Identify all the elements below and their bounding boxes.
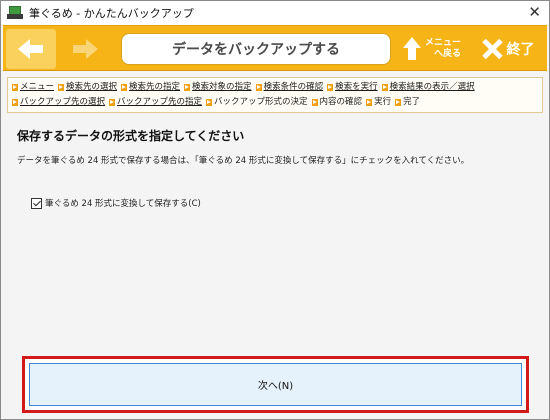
breadcrumb-arrow-icon	[109, 99, 116, 106]
arrow-up-icon	[402, 37, 421, 61]
breadcrumb-item[interactable]: 検索を実行	[327, 81, 378, 94]
breadcrumb-arrow-icon	[184, 84, 191, 91]
breadcrumb-item[interactable]: 検索先の選択	[58, 81, 117, 94]
window-title: 筆ぐるめ - かんたんバックアップ	[29, 7, 194, 20]
breadcrumb-item[interactable]: バックアップ先の指定	[109, 96, 202, 109]
next-button[interactable]: 次へ(N)	[29, 363, 522, 406]
breadcrumb-label: バックアップ形式の決定	[214, 97, 308, 107]
section-heading: 保存するデータの形式を指定してください	[17, 129, 245, 143]
breadcrumb-arrow-icon	[327, 84, 334, 91]
convert-option-label: 筆ぐるめ 24 形式に変換して保存する(C)	[45, 199, 201, 209]
back-button[interactable]	[6, 29, 56, 69]
breadcrumb-arrow-icon	[121, 84, 128, 91]
app-window: 筆ぐるめ - かんたんバックアップ ✕ データをバックアップする メニュー へ戻…	[0, 0, 550, 420]
breadcrumb-arrow-icon	[255, 84, 262, 91]
breadcrumb-item[interactable]: 検索先の指定	[121, 81, 180, 94]
breadcrumb-label: 検索結果の表示／選択	[389, 82, 475, 92]
back-to-menu-button[interactable]: メニュー へ戻る	[396, 29, 468, 69]
breadcrumb-label: 検索を実行	[335, 82, 378, 92]
breadcrumb-label: 実行	[374, 97, 392, 107]
breadcrumb-arrow-icon	[381, 84, 388, 91]
breadcrumb-item[interactable]: 検索対象の指定	[184, 81, 252, 94]
breadcrumb-label: 完了	[403, 97, 421, 107]
page-title: データをバックアップする	[121, 33, 391, 65]
breadcrumb-item: 内容の確認	[311, 96, 363, 109]
arrow-right-icon	[72, 38, 98, 60]
toolbar: データをバックアップする メニュー へ戻る 終了	[3, 25, 547, 71]
instruction-text: データを筆ぐるめ 24 形式で保存する場合は、「筆ぐるめ 24 形式に変換して保…	[17, 156, 470, 166]
breadcrumb-arrow-icon	[12, 99, 18, 106]
app-icon	[7, 6, 23, 20]
breadcrumb-label: 検索先の選択	[66, 82, 118, 92]
breadcrumb-label: メニュー	[20, 82, 55, 92]
highlight-frame: 次へ(N)	[22, 356, 529, 413]
convert-checkbox[interactable]	[31, 197, 42, 209]
title-bar: 筆ぐるめ - かんたんバックアップ ✕	[1, 1, 549, 25]
breadcrumb-item: 完了	[395, 96, 420, 109]
exit-button[interactable]: 終了	[473, 29, 543, 69]
breadcrumb-arrow-icon	[58, 84, 65, 91]
arrow-left-icon	[18, 38, 44, 60]
breadcrumb-label: バックアップ先の指定	[117, 97, 203, 107]
breadcrumb-arrow-icon	[366, 99, 373, 106]
close-icon	[482, 39, 502, 59]
breadcrumb-arrow-icon	[12, 84, 18, 91]
menu-button-label: メニュー へ戻る	[424, 38, 461, 59]
breadcrumb-arrow-icon	[395, 99, 402, 106]
breadcrumb-item[interactable]: 検索条件の確認	[255, 81, 324, 94]
convert-option[interactable]: 筆ぐるめ 24 形式に変換して保存する(C)	[31, 197, 201, 209]
breadcrumb-item[interactable]: 検索結果の表示／選択	[381, 81, 475, 94]
breadcrumb: メニュー 検索先の選択 検索先の指定 検索対象の指定 検索条件の確認 検索を実行 検索結果の…	[7, 77, 543, 113]
breadcrumb-arrow-icon	[311, 99, 318, 106]
breadcrumb-label: 内容の確認	[319, 97, 363, 107]
breadcrumb-label: バックアップ先の選択	[20, 97, 106, 107]
breadcrumb-arrow-icon	[206, 99, 213, 106]
breadcrumb-item: 実行	[366, 96, 391, 109]
breadcrumb-item[interactable]: バックアップ先の選択	[12, 96, 105, 109]
forward-button[interactable]	[59, 29, 111, 69]
breadcrumb-item: バックアップ形式の決定	[206, 96, 308, 109]
breadcrumb-label: 検索対象の指定	[192, 82, 252, 92]
breadcrumb-label: 検索条件の確認	[263, 82, 324, 92]
breadcrumb-item[interactable]: メニュー	[12, 81, 54, 94]
breadcrumb-label: 検索先の指定	[129, 82, 181, 92]
close-icon[interactable]: ✕	[528, 4, 541, 20]
